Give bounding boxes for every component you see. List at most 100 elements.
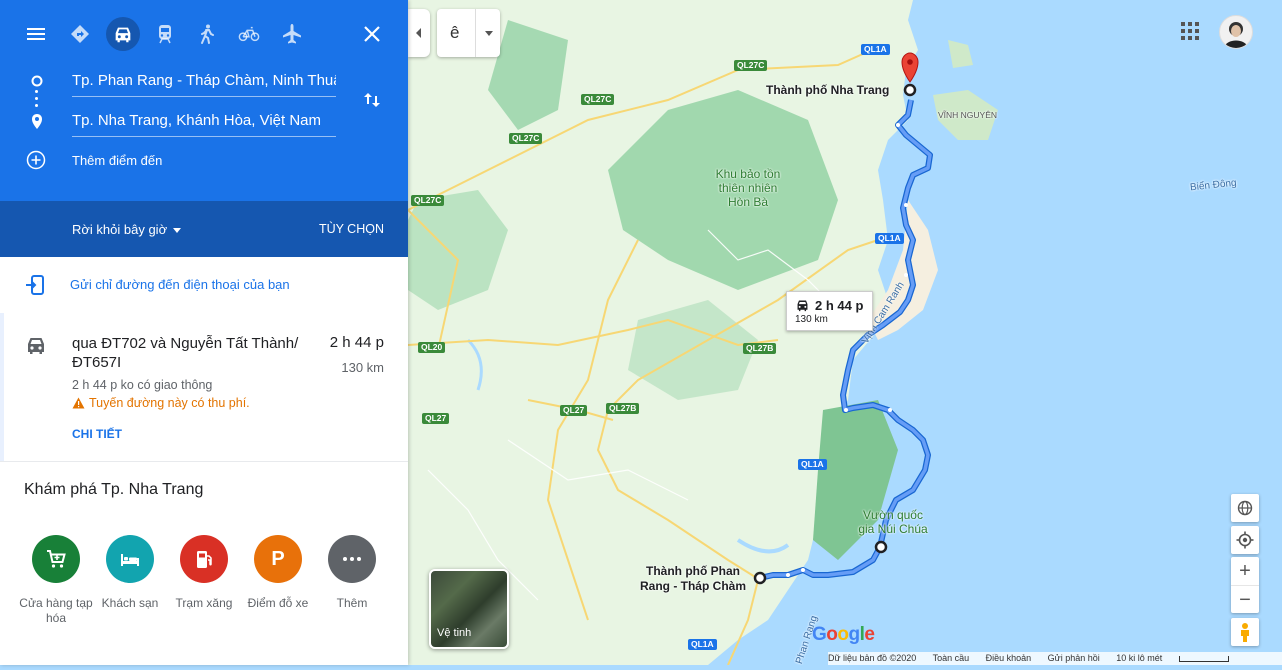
place-label-vinh-nguyen: VĨNH NGUYÊN xyxy=(938,110,998,120)
explore-category-label: Điểm đỗ xe xyxy=(247,596,309,610)
destination-input[interactable]: Tp. Nha Trang, Khánh Hòa, Việt Nam xyxy=(72,110,336,137)
swap-waypoints-button[interactable] xyxy=(358,86,386,114)
zoom-in-button[interactable]: + xyxy=(1231,557,1259,585)
route-time-bubble[interactable]: 2 h 44 p 130 km xyxy=(786,291,873,331)
zoom-out-button[interactable]: − xyxy=(1231,585,1259,614)
road-label: QL27 xyxy=(422,413,450,424)
depart-options-bar: Rời khỏi bây giờ TÙY CHỌN xyxy=(0,201,408,257)
depart-time-dropdown[interactable]: Rời khỏi bây giờ xyxy=(72,222,167,237)
origin-row: Tp. Phan Rang - Tháp Chàm, Ninh Thuận xyxy=(0,66,408,97)
hon-ba-line-3: Hòn Bà xyxy=(727,195,769,209)
hamburger-menu-icon xyxy=(27,28,45,40)
travel-mode-best[interactable] xyxy=(63,17,97,51)
add-destination-icon[interactable] xyxy=(26,150,46,170)
route-toll-warning: Tuyến đường này có thu phí. xyxy=(72,396,250,410)
cart-icon xyxy=(32,535,80,583)
apps-grid-icon[interactable] xyxy=(1181,22,1199,40)
fuel-icon xyxy=(180,535,228,583)
train-icon xyxy=(159,25,171,44)
send-feedback-link[interactable]: Gửi phản hồi xyxy=(1048,653,1100,663)
origin-input[interactable]: Tp. Phan Rang - Tháp Chàm, Ninh Thuận xyxy=(72,70,336,97)
bed-icon xyxy=(106,535,154,583)
road-label: QL27C xyxy=(581,94,615,105)
travel-mode-driving[interactable] xyxy=(106,17,140,51)
explore-category-label: Khách sạn xyxy=(101,596,159,610)
car-icon xyxy=(28,338,44,354)
nui-chua-line-1: Vườn quốc xyxy=(863,508,923,522)
road-label: QL1A xyxy=(875,233,904,244)
road-label: QL1A xyxy=(798,459,827,470)
road-label: QL27B xyxy=(606,403,640,414)
explore-category-label: Trạm xăng xyxy=(175,596,233,610)
place-label-nui-chua[interactable]: Vườn quốc gia Núi Chúa xyxy=(848,508,938,536)
bicycle-icon xyxy=(238,26,260,42)
route-distance: 130 km xyxy=(341,360,384,375)
road-label: QL1A xyxy=(688,639,717,650)
route-option-card[interactable]: qua ĐT702 và Nguyễn Tất Thành/ ĐT657I 2 … xyxy=(0,313,408,462)
explore-category-hotel[interactable]: Khách sạn xyxy=(90,535,170,611)
parking-icon: P xyxy=(254,535,302,583)
place-label-phan-rang[interactable]: Thành phố Phan Rang - Tháp Chàm xyxy=(633,564,753,594)
street-view-pegman-button[interactable] xyxy=(1231,618,1259,646)
input-method-value: ê xyxy=(450,23,460,42)
add-destination-link[interactable]: Thêm điểm đến xyxy=(72,153,162,168)
phan-rang-line-2: Rang - Tháp Chàm xyxy=(639,579,746,593)
travel-mode-walking[interactable] xyxy=(190,17,224,51)
route-options-button[interactable]: TÙY CHỌN xyxy=(319,222,384,236)
explore-category-more[interactable]: Thêm xyxy=(312,535,392,611)
route-traffic-note: 2 h 44 p ko có giao thông xyxy=(72,378,213,392)
route-details-link[interactable]: CHI TIẾT xyxy=(72,427,122,441)
close-icon xyxy=(364,26,380,42)
explore-category-grocery[interactable]: Cửa hàng tạp hóa xyxy=(16,535,96,626)
route-bubble-distance: 130 km xyxy=(795,314,828,325)
explore-heading: Khám phá Tp. Nha Trang xyxy=(24,481,204,498)
satellite-layer-label: Vệ tinh xyxy=(437,627,472,639)
map-scale-label[interactable]: 10 ki lô mét xyxy=(1116,653,1162,663)
road-label: QL1A xyxy=(861,44,890,55)
global-link[interactable]: Toàn cầu xyxy=(933,653,970,663)
route-via: qua ĐT702 và Nguyễn Tất Thành/ ĐT657I xyxy=(72,335,299,371)
more-icon xyxy=(328,535,376,583)
send-to-phone-link[interactable]: Gửi chỉ đường đến điện thoại của bạn xyxy=(70,277,290,292)
road-label: QL27C xyxy=(509,133,543,144)
swap-vertical-icon xyxy=(364,93,380,107)
chevron-left-icon xyxy=(416,28,421,38)
explore-category-gas[interactable]: Trạm xăng xyxy=(164,535,244,611)
explore-category-label: Thêm xyxy=(336,596,368,610)
user-avatar-icon xyxy=(1224,22,1248,48)
map-graphics xyxy=(407,0,1282,666)
road-label: QL27 xyxy=(560,405,588,416)
destination-row: Tp. Nha Trang, Khánh Hòa, Việt Nam xyxy=(0,106,408,137)
phan-rang-line-1: Thành phố Phan xyxy=(646,564,740,578)
google-logo: Google xyxy=(812,624,875,645)
menu-button[interactable] xyxy=(19,17,53,51)
route-duration: 2 h 44 p xyxy=(329,334,384,351)
caret-down-icon[interactable] xyxy=(485,31,493,36)
my-location-button[interactable] xyxy=(1231,526,1259,554)
avatar[interactable] xyxy=(1219,15,1253,49)
travel-mode-transit[interactable] xyxy=(148,17,182,51)
terms-link[interactable]: Điều khoản xyxy=(986,653,1032,663)
globe-view-button[interactable] xyxy=(1231,494,1259,522)
directions-header: Tp. Phan Rang - Tháp Chàm, Ninh Thuận Tp… xyxy=(0,0,408,201)
close-directions-button[interactable] xyxy=(355,17,389,51)
explore-category-parking[interactable]: P Điểm đỗ xe xyxy=(238,535,318,611)
origin-circle-icon xyxy=(31,75,43,87)
input-method-toggle[interactable]: ê xyxy=(437,9,500,57)
caret-down-icon[interactable] xyxy=(173,228,181,233)
car-icon xyxy=(115,27,131,43)
send-to-phone-row[interactable]: Gửi chỉ đường đến điện thoại của bạn xyxy=(0,257,408,314)
travel-mode-cycling[interactable] xyxy=(232,17,266,51)
collapse-panel-button[interactable] xyxy=(408,9,430,57)
map-canvas[interactable]: QL1A QL27C QL27C QL27C QL27C QL1A QL20 Q… xyxy=(407,0,1282,666)
road-label: QL27B xyxy=(743,343,777,354)
road-label: QL27C xyxy=(734,60,768,71)
my-location-icon xyxy=(1236,531,1254,549)
satellite-layer-toggle[interactable]: Vệ tinh xyxy=(429,569,509,649)
travel-mode-flight[interactable] xyxy=(275,17,309,51)
place-label-hon-ba[interactable]: Khu bảo tồn thiên nhiên Hòn Bà xyxy=(705,167,791,209)
explore-category-label: Cửa hàng tạp hóa xyxy=(19,596,93,625)
place-label-nha-trang[interactable]: Thành phố Nha Trang xyxy=(766,83,889,97)
globe-icon xyxy=(1237,500,1253,516)
walking-icon xyxy=(201,24,214,44)
